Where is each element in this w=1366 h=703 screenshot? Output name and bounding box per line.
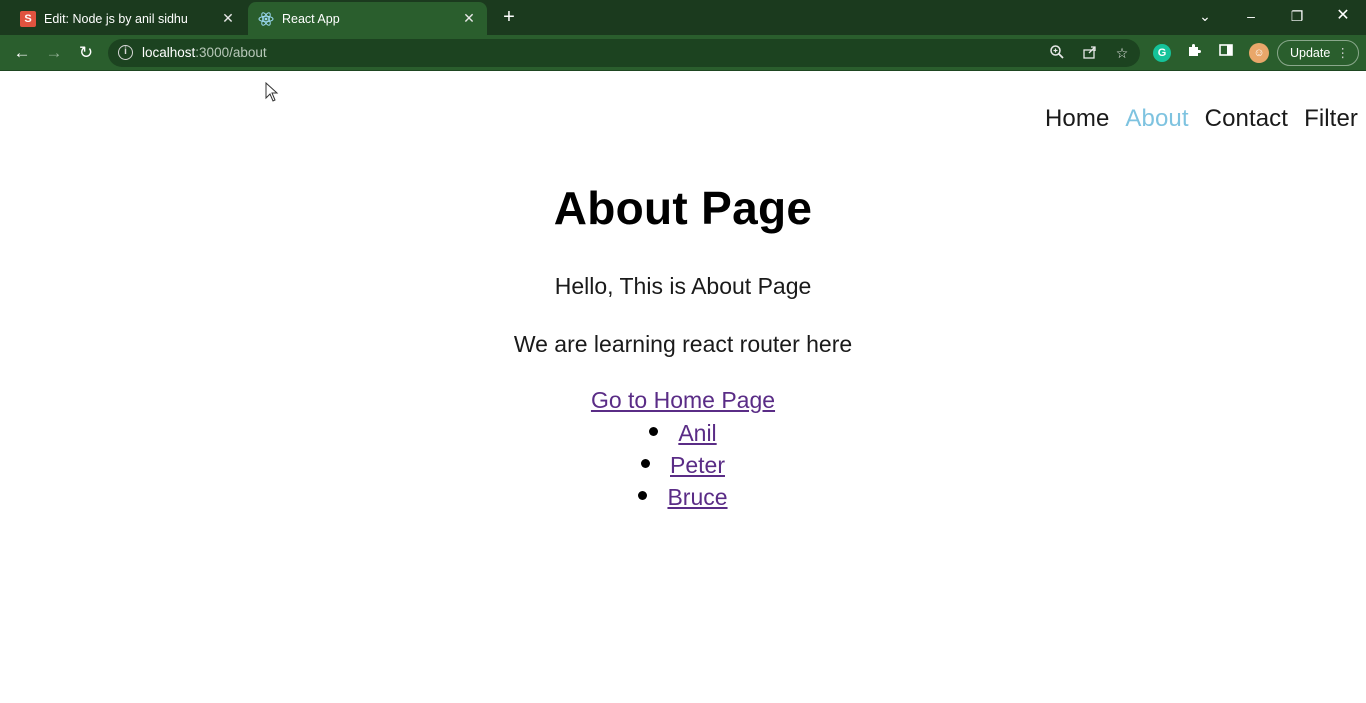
- tab-search-chevron-icon[interactable]: ⌄: [1190, 5, 1220, 27]
- menu-dots-icon[interactable]: ⋮: [1337, 41, 1350, 65]
- intro-paragraph: Hello, This is About Page: [554, 273, 812, 299]
- forward-arrow-icon[interactable]: →: [42, 41, 66, 65]
- close-icon[interactable]: ✕: [461, 10, 477, 26]
- list-item: Anil: [0, 417, 1366, 449]
- user-link-peter[interactable]: Peter: [670, 452, 725, 478]
- nav-link-about[interactable]: About: [1125, 105, 1188, 133]
- minimize-icon[interactable]: –: [1236, 5, 1266, 27]
- browser-toolbar: ← → ↻ i localhost:3000/about ☆ G ☺ Updat…: [0, 35, 1366, 71]
- tab-favicon: S: [20, 10, 36, 27]
- share-icon[interactable]: [1081, 44, 1099, 62]
- update-label: Update: [1290, 46, 1331, 60]
- new-tab-button[interactable]: +: [497, 6, 521, 28]
- tab-strip: S Edit: Node js by anil sidhu ✕ React Ap…: [0, 0, 1366, 35]
- list-item: Peter: [0, 449, 1366, 481]
- page-title: About Page: [553, 182, 813, 234]
- nav-link-filter[interactable]: Filter: [1304, 105, 1358, 133]
- url-text[interactable]: localhost:3000/about: [142, 45, 267, 60]
- bookmark-star-icon[interactable]: ☆: [1113, 44, 1131, 62]
- tab-edit-node-js[interactable]: S Edit: Node js by anil sidhu ✕: [12, 2, 246, 35]
- go-to-home-link[interactable]: Go to Home Page: [591, 387, 775, 414]
- user-list: Anil Peter Bruce: [0, 417, 1366, 513]
- bullet-icon: [641, 459, 650, 469]
- grammarly-extension-icon[interactable]: G: [1153, 44, 1171, 62]
- site-info-icon[interactable]: i: [118, 45, 133, 60]
- bullet-icon: [649, 427, 659, 437]
- url-path: :3000/about: [195, 45, 267, 60]
- extensions-puzzle-icon[interactable]: [1183, 42, 1205, 64]
- reload-icon[interactable]: ↻: [74, 41, 98, 65]
- profile-avatar-icon[interactable]: ☺: [1249, 43, 1269, 63]
- learning-paragraph: We are learning react router here: [513, 331, 853, 357]
- url-host: localhost: [142, 45, 196, 60]
- bullet-icon: [638, 491, 648, 501]
- nav-link-contact[interactable]: Contact: [1205, 105, 1288, 133]
- list-item: Bruce: [0, 481, 1366, 513]
- close-window-icon[interactable]: ✕: [1328, 5, 1358, 27]
- tab-title: Edit: Node js by anil sidhu: [44, 11, 188, 26]
- top-navigation: Home About Contact Filter: [1029, 105, 1358, 133]
- restore-icon[interactable]: ❐: [1282, 5, 1312, 27]
- react-icon: [258, 11, 274, 27]
- zoom-icon[interactable]: [1048, 44, 1066, 62]
- user-link-bruce[interactable]: Bruce: [667, 484, 727, 510]
- tab-title: React App: [282, 11, 340, 26]
- back-arrow-icon[interactable]: ←: [10, 41, 34, 65]
- update-button[interactable]: Update ⋮: [1277, 40, 1359, 66]
- side-panel-icon[interactable]: [1215, 42, 1237, 64]
- mouse-cursor-icon: [265, 82, 279, 102]
- page-viewport: Home About Contact Filter About Page Hel…: [0, 71, 1366, 703]
- about-content: About Page Hello, This is About Page We …: [0, 181, 1366, 513]
- close-icon[interactable]: ✕: [220, 10, 236, 26]
- tab-react-app[interactable]: React App ✕: [248, 2, 487, 35]
- nav-link-home[interactable]: Home: [1045, 105, 1109, 133]
- user-link-anil[interactable]: Anil: [678, 420, 716, 446]
- address-bar[interactable]: i localhost:3000/about ☆: [108, 39, 1140, 67]
